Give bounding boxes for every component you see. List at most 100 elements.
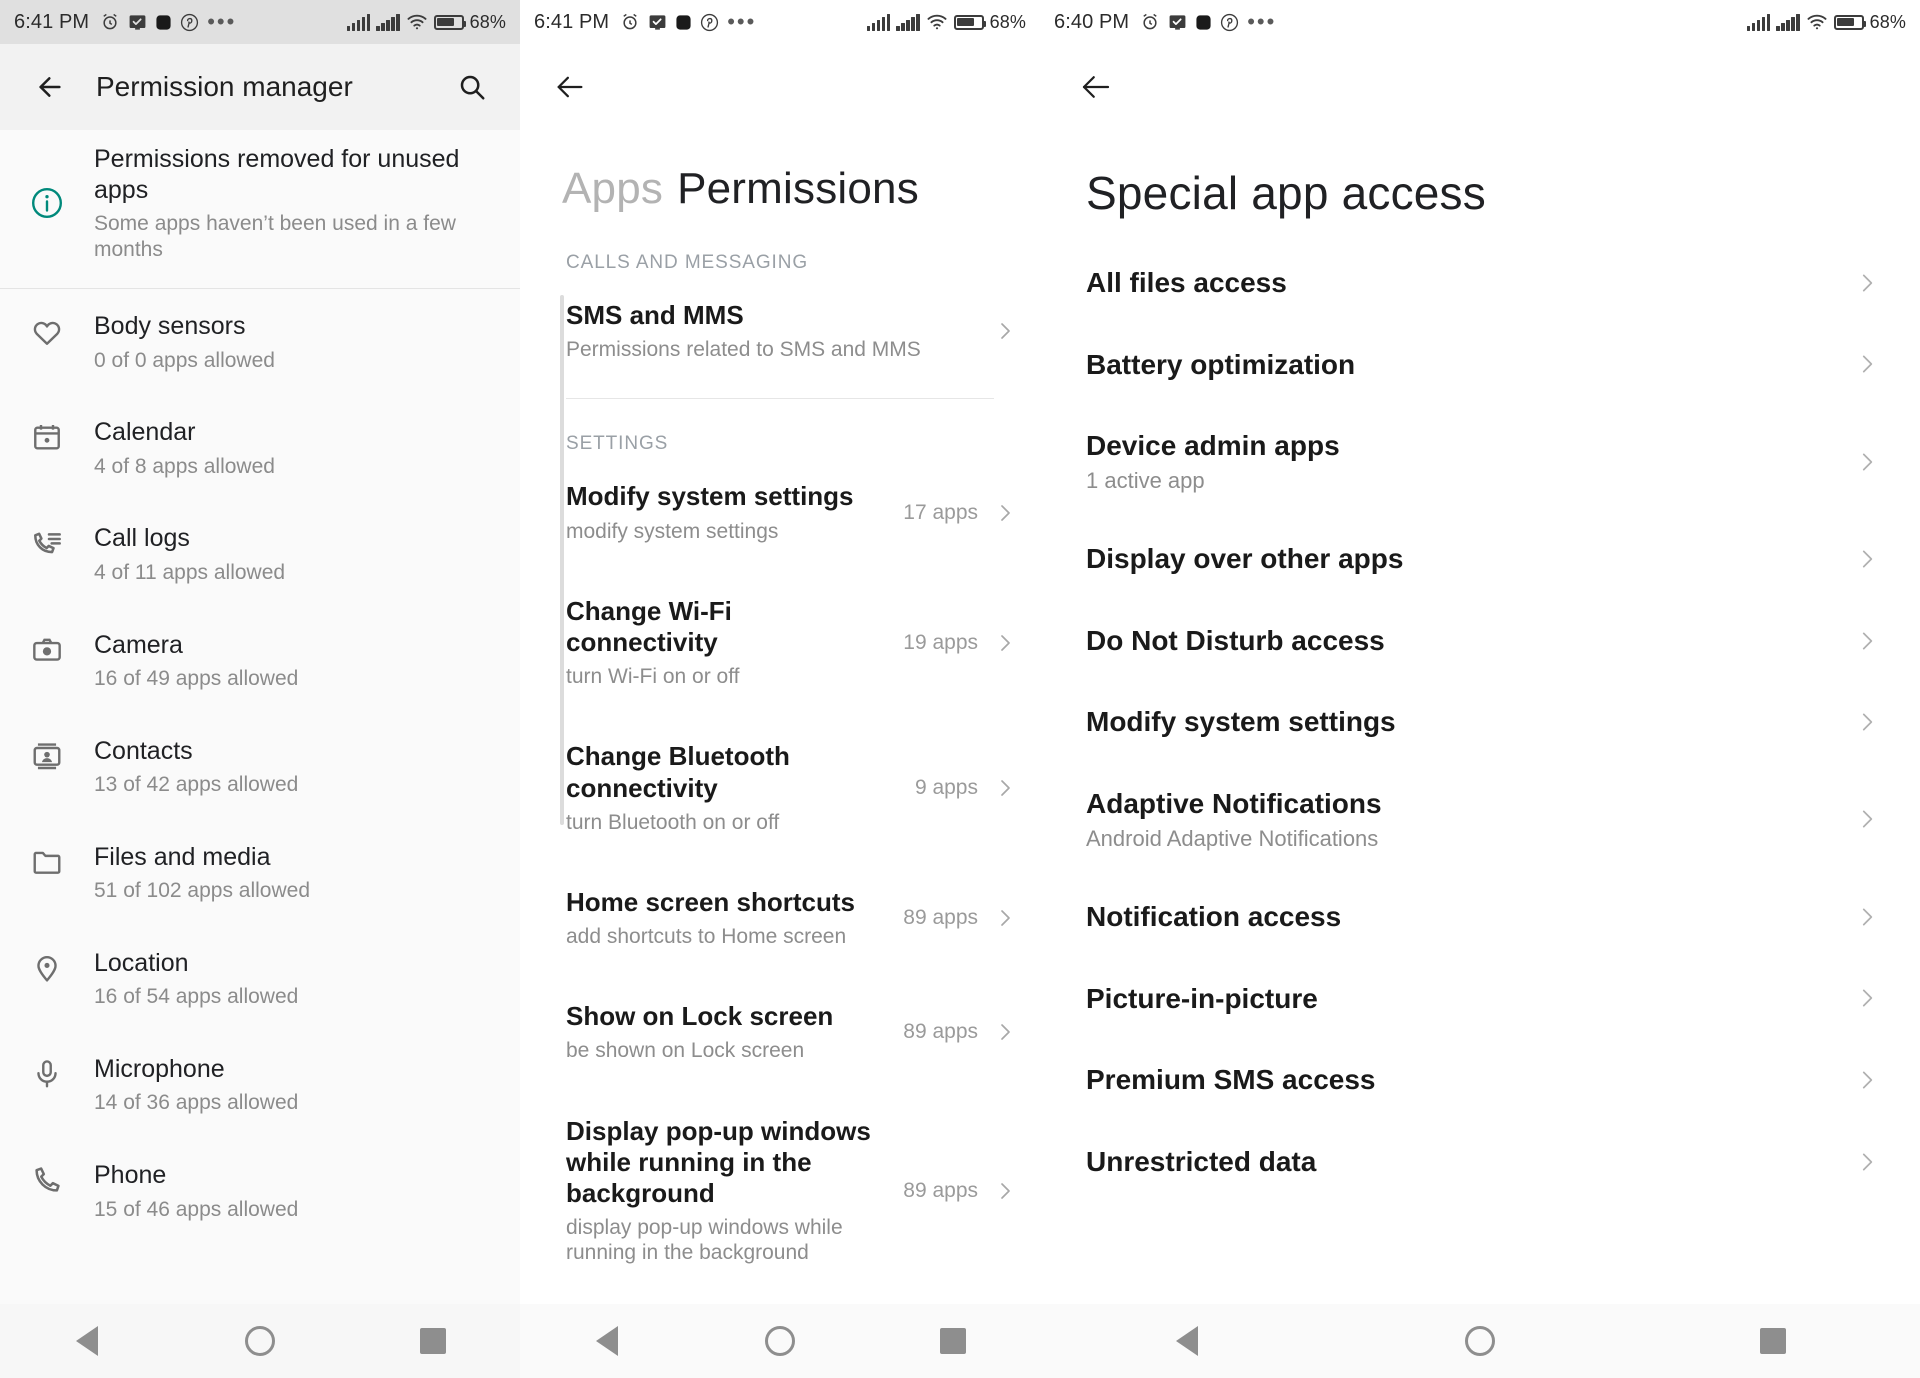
list-item-adaptive-notifications[interactable]: Adaptive Notifications Android Adaptive … [1040,763,1920,876]
chevron-right-icon [1854,449,1880,475]
overflow-dots-icon: ••• [207,9,237,34]
list-item-change-bluetooth-connectivity[interactable]: Change Bluetooth connectivity turn Bluet… [520,715,1040,861]
home-circle-icon[interactable] [740,1311,820,1371]
list-item-title: Home screen shortcuts [566,886,855,917]
list-item-title: Do Not Disturb access [1086,624,1385,656]
list-item-device-admin-apps[interactable]: Device admin apps 1 active app [1040,405,1920,518]
list-item-title: Change Wi-Fi connectivity [566,595,732,657]
list-item-text: Unrestricted data [1086,1145,1854,1179]
list-item-text: Show on Lock screen be shown on Lock scr… [566,1001,903,1063]
recents-square-icon[interactable] [913,1311,993,1371]
status-bar: 6:41 PM ••• 68% [520,0,1040,44]
square-icon [1195,14,1212,31]
list-item-do-not-disturb-access[interactable]: Do Not Disturb access [1040,600,1920,682]
list-item-call-logs[interactable]: Call logs 4 of 11 apps allowed [0,501,520,607]
page-title: Apps Permissions [520,130,1040,240]
signal-bars-icon-sim2 [1776,13,1800,31]
list-item-title: Modify system settings [1086,706,1396,738]
info-circle-icon [0,185,94,221]
battery-percent: 68% [1869,11,1906,32]
list-item-modify-system-settings[interactable]: Modify system settings [1040,681,1920,763]
square-icon [155,14,172,31]
microphone-icon [0,1054,94,1090]
signal-bars-icon-sim1 [1746,13,1771,31]
pinterest-icon [1220,13,1239,32]
list-item-text: Change Wi-Fi connectivity turn Wi-Fi on … [566,596,903,690]
list-item-home-screen-shortcuts[interactable]: Home screen shortcuts add shortcuts to H… [520,861,1040,975]
system-navigation-bar [1040,1304,1920,1378]
list-item-text: Display over other apps [1086,542,1854,576]
list-item-subtitle: 15 of 46 apps allowed [94,1197,299,1221]
list-item-location[interactable]: Location 16 of 54 apps allowed [0,926,520,1032]
list-item-files-and-media[interactable]: Files and media 51 of 102 apps allowed [0,820,520,926]
list-item-title: Notification access [1086,900,1342,932]
list-item-unrestricted-data[interactable]: Unrestricted data [1040,1121,1920,1203]
list-item-text: SMS and MMS Permissions related to SMS a… [566,300,978,362]
list-item-microphone[interactable]: Microphone 14 of 36 apps allowed [0,1032,520,1138]
home-circle-icon[interactable] [1440,1311,1520,1371]
list-item-camera[interactable]: Camera 16 of 49 apps allowed [0,608,520,714]
permissions-sections: CALLS AND MESSAGING SMS and MMS Permissi… [520,240,1040,1292]
list-item-text: Device admin apps 1 active app [1086,429,1854,494]
alarm-icon [100,12,120,32]
panel-permission-manager: 6:41 PM ••• 68% Permission manager Permi… [0,0,520,1378]
list-item-title: Files and media [94,842,271,871]
list-item-count: 19 apps [903,630,978,654]
list-item-body-sensors[interactable]: Body sensors 0 of 0 apps allowed [0,289,520,395]
list-item-text: Location 16 of 54 apps allowed [94,948,520,1010]
screenshot-icon [648,13,667,32]
back-arrow-icon[interactable] [1068,59,1124,115]
home-circle-icon[interactable] [220,1311,300,1371]
list-item-contacts[interactable]: Contacts 13 of 42 apps allowed [0,714,520,820]
list-item-modify-system-settings[interactable]: Modify system settings modify system set… [520,455,1040,569]
list-item-battery-optimization[interactable]: Battery optimization [1040,324,1920,406]
list-item-calendar[interactable]: Calendar 4 of 8 apps allowed [0,395,520,501]
list-item-change-wifi-connectivity[interactable]: Change Wi-Fi connectivity turn Wi-Fi on … [520,570,1040,716]
square-icon [675,14,692,31]
list-item-premium-sms-access[interactable]: Premium SMS access [1040,1039,1920,1121]
folder-icon [0,842,94,878]
list-item-text: Adaptive Notifications Android Adaptive … [1086,787,1854,852]
overflow-dots-icon: ••• [1247,9,1277,34]
list-item-subtitle: display pop-up windows while running in … [566,1216,843,1265]
list-item-text: Calendar 4 of 8 apps allowed [94,417,520,479]
list-item-display-popup-windows[interactable]: Display pop-up windows while running in … [520,1090,1040,1292]
back-arrow-icon[interactable] [542,59,598,115]
list-item-title: Premium SMS access [1086,1064,1376,1096]
list-item-title: Camera [94,630,183,659]
back-arrow-icon[interactable] [22,59,78,115]
page-title-main: Permissions [677,164,919,213]
list-item-title: Phone [94,1161,167,1190]
list-item-text: Call logs 4 of 11 apps allowed [94,523,520,585]
recents-square-icon[interactable] [393,1311,473,1371]
list-item-all-files-access[interactable]: All files access [1040,242,1920,324]
back-triangle-icon[interactable] [567,1311,647,1371]
permission-list: Permissions removed for unused apps Some… [0,130,520,1245]
pinterest-icon [180,13,199,32]
list-item-text: Microphone 14 of 36 apps allowed [94,1054,520,1116]
list-item-text: Permissions removed for unused apps Some… [94,144,520,262]
list-item-text: Files and media 51 of 102 apps allowed [94,842,520,904]
wifi-icon [1806,13,1828,31]
back-triangle-icon[interactable] [1147,1311,1227,1371]
list-item-display-over-other-apps[interactable]: Display over other apps [1040,518,1920,600]
list-item-count: 9 apps [914,776,978,800]
list-item-picture-in-picture[interactable]: Picture-in-picture [1040,958,1920,1040]
scrollbar[interactable] [560,295,564,825]
list-item-title: Modify system settings [566,481,854,512]
back-triangle-icon[interactable] [47,1311,127,1371]
list-item-subtitle: 14 of 36 apps allowed [94,1091,299,1115]
list-item-show-on-lock-screen[interactable]: Show on Lock screen be shown on Lock scr… [520,975,1040,1089]
search-icon[interactable] [446,61,498,113]
list-item-sms-and-mms[interactable]: SMS and MMS Permissions related to SMS a… [520,274,1040,388]
chevron-right-icon [1854,270,1880,296]
pinterest-icon [700,13,719,32]
recents-square-icon[interactable] [1733,1311,1813,1371]
chevron-right-icon [1854,904,1880,930]
phone-icon [0,1160,94,1196]
list-item-phone[interactable]: Phone 15 of 46 apps allowed [0,1138,520,1244]
list-item-notification-access[interactable]: Notification access [1040,876,1920,958]
list-item-unused-apps[interactable]: Permissions removed for unused apps Some… [0,130,520,288]
signal-bars-icon-sim1 [346,13,371,31]
status-bar-right: 68% [866,12,1026,33]
